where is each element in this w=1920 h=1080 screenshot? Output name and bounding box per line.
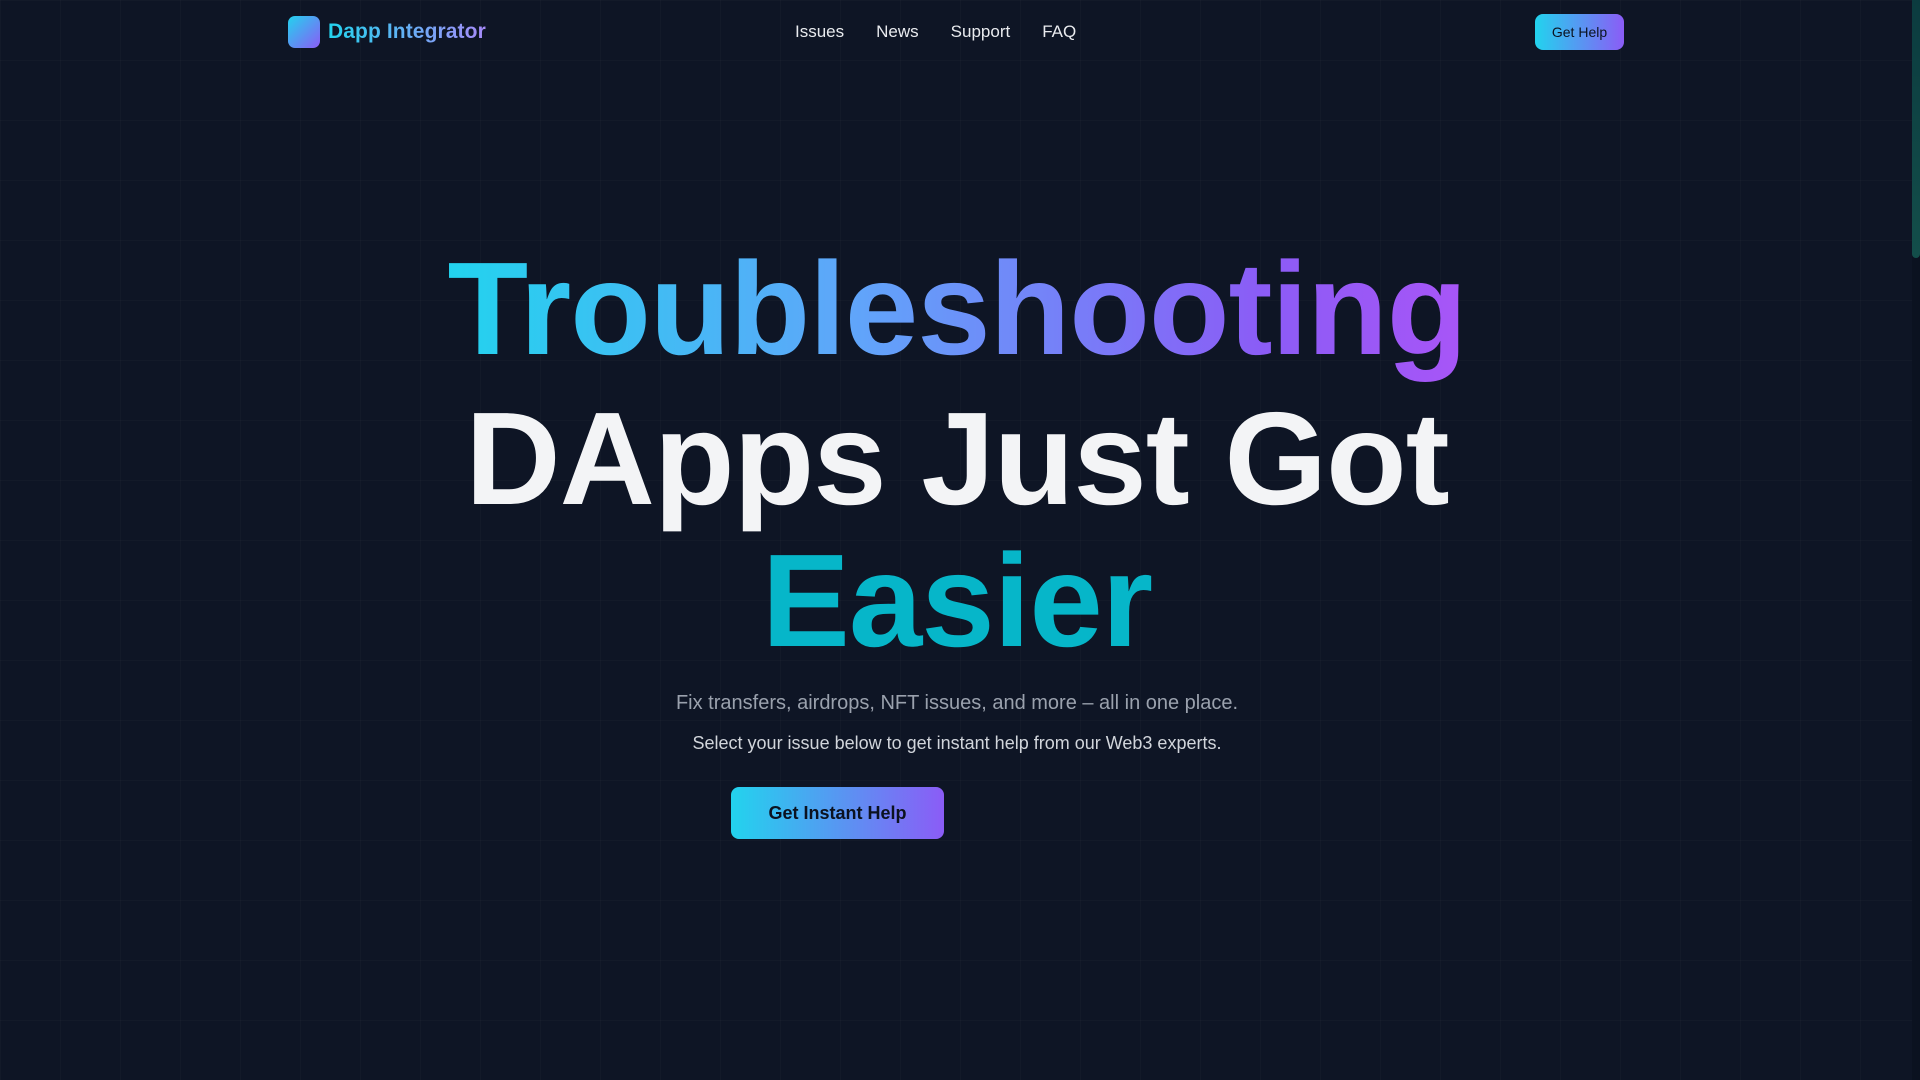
hero-headline: Troubleshooting DApps Just Got Easier [0,238,1914,672]
page: Dapp Integrator Issues News Support FAQ … [0,0,1920,1080]
headline-line-gradient: Troubleshooting [448,238,1468,388]
headline-line-white: DApps Just Got [465,385,1449,532]
page-scrollbar[interactable] [1912,0,1920,1080]
hero-section: Troubleshooting DApps Just Got Easier Fi… [0,0,1914,1080]
hero-subtitle: Fix transfers, airdrops, NFT issues, and… [675,692,1239,714]
headline-line-teal: Easier [761,527,1153,674]
hero-subtitle-secondary: Select your issue below to get instant h… [692,733,1222,753]
get-instant-help-button[interactable]: Get Instant Help [731,787,944,839]
scrollbar-thumb[interactable] [1912,0,1920,258]
